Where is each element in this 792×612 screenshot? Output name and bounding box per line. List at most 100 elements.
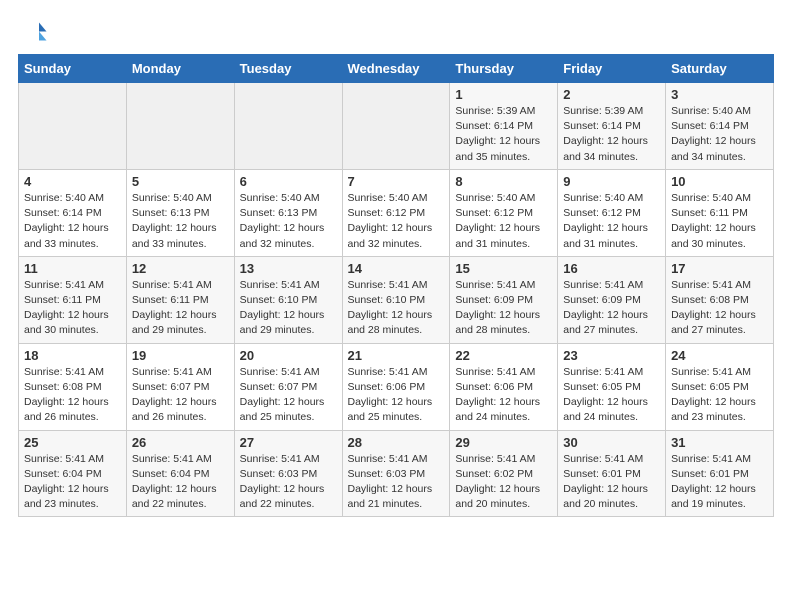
day-info: Sunrise: 5:41 AMSunset: 6:11 PMDaylight:… bbox=[132, 278, 229, 339]
weekday-header-saturday: Saturday bbox=[666, 55, 774, 83]
calendar-week-row: 11 Sunrise: 5:41 AMSunset: 6:11 PMDayligh… bbox=[19, 256, 774, 343]
day-number: 29 bbox=[455, 435, 552, 450]
day-number: 5 bbox=[132, 174, 229, 189]
weekday-header-thursday: Thursday bbox=[450, 55, 558, 83]
day-info: Sunrise: 5:41 AMSunset: 6:08 PMDaylight:… bbox=[671, 278, 768, 339]
calendar-table: SundayMondayTuesdayWednesdayThursdayFrid… bbox=[18, 54, 774, 517]
calendar-cell bbox=[234, 83, 342, 170]
day-info: Sunrise: 5:41 AMSunset: 6:11 PMDaylight:… bbox=[24, 278, 121, 339]
day-number: 21 bbox=[348, 348, 445, 363]
calendar-page: SundayMondayTuesdayWednesdayThursdayFrid… bbox=[0, 0, 792, 527]
weekday-header-tuesday: Tuesday bbox=[234, 55, 342, 83]
day-number: 3 bbox=[671, 87, 768, 102]
day-number: 11 bbox=[24, 261, 121, 276]
day-number: 13 bbox=[240, 261, 337, 276]
day-number: 12 bbox=[132, 261, 229, 276]
day-number: 24 bbox=[671, 348, 768, 363]
calendar-cell: 11 Sunrise: 5:41 AMSunset: 6:11 PMDayligh… bbox=[19, 256, 127, 343]
weekday-header-row: SundayMondayTuesdayWednesdayThursdayFrid… bbox=[19, 55, 774, 83]
calendar-cell: 27 Sunrise: 5:41 AMSunset: 6:03 PMDayligh… bbox=[234, 430, 342, 517]
day-number: 18 bbox=[24, 348, 121, 363]
day-info: Sunrise: 5:41 AMSunset: 6:09 PMDaylight:… bbox=[563, 278, 660, 339]
calendar-cell: 10 Sunrise: 5:40 AMSunset: 6:11 PMDayligh… bbox=[666, 169, 774, 256]
day-number: 14 bbox=[348, 261, 445, 276]
day-number: 16 bbox=[563, 261, 660, 276]
day-info: Sunrise: 5:40 AMSunset: 6:12 PMDaylight:… bbox=[563, 191, 660, 252]
calendar-cell: 24 Sunrise: 5:41 AMSunset: 6:05 PMDayligh… bbox=[666, 343, 774, 430]
logo-icon bbox=[18, 18, 48, 48]
day-number: 30 bbox=[563, 435, 660, 450]
day-info: Sunrise: 5:41 AMSunset: 6:06 PMDaylight:… bbox=[348, 365, 445, 426]
day-info: Sunrise: 5:40 AMSunset: 6:14 PMDaylight:… bbox=[24, 191, 121, 252]
weekday-header-wednesday: Wednesday bbox=[342, 55, 450, 83]
day-info: Sunrise: 5:41 AMSunset: 6:02 PMDaylight:… bbox=[455, 452, 552, 513]
day-number: 22 bbox=[455, 348, 552, 363]
day-info: Sunrise: 5:41 AMSunset: 6:01 PMDaylight:… bbox=[671, 452, 768, 513]
day-info: Sunrise: 5:41 AMSunset: 6:04 PMDaylight:… bbox=[24, 452, 121, 513]
calendar-cell: 15 Sunrise: 5:41 AMSunset: 6:09 PMDayligh… bbox=[450, 256, 558, 343]
calendar-cell: 29 Sunrise: 5:41 AMSunset: 6:02 PMDayligh… bbox=[450, 430, 558, 517]
calendar-cell: 26 Sunrise: 5:41 AMSunset: 6:04 PMDayligh… bbox=[126, 430, 234, 517]
day-number: 17 bbox=[671, 261, 768, 276]
calendar-cell: 14Sunrise: 5:41 AMSunset: 6:10 PMDayligh… bbox=[342, 256, 450, 343]
calendar-cell: 30Sunrise: 5:41 AMSunset: 6:01 PMDayligh… bbox=[558, 430, 666, 517]
day-number: 27 bbox=[240, 435, 337, 450]
calendar-cell: 21 Sunrise: 5:41 AMSunset: 6:06 PMDayligh… bbox=[342, 343, 450, 430]
calendar-week-row: 18 Sunrise: 5:41 AMSunset: 6:08 PMDayligh… bbox=[19, 343, 774, 430]
day-number: 31 bbox=[671, 435, 768, 450]
calendar-cell: 25 Sunrise: 5:41 AMSunset: 6:04 PMDayligh… bbox=[19, 430, 127, 517]
calendar-cell: 3 Sunrise: 5:40 AMSunset: 6:14 PMDaylight… bbox=[666, 83, 774, 170]
calendar-cell bbox=[19, 83, 127, 170]
calendar-cell: 31 Sunrise: 5:41 AMSunset: 6:01 PMDayligh… bbox=[666, 430, 774, 517]
day-info: Sunrise: 5:39 AMSunset: 6:14 PMDaylight:… bbox=[455, 104, 552, 165]
calendar-cell: 6 Sunrise: 5:40 AMSunset: 6:13 PMDaylight… bbox=[234, 169, 342, 256]
day-info: Sunrise: 5:41 AMSunset: 6:06 PMDaylight:… bbox=[455, 365, 552, 426]
day-number: 8 bbox=[455, 174, 552, 189]
calendar-cell bbox=[342, 83, 450, 170]
day-info: Sunrise: 5:40 AMSunset: 6:12 PMDaylight:… bbox=[455, 191, 552, 252]
day-info: Sunrise: 5:39 AMSunset: 6:14 PMDaylight:… bbox=[563, 104, 660, 165]
calendar-cell: 20Sunrise: 5:41 AMSunset: 6:07 PMDayligh… bbox=[234, 343, 342, 430]
calendar-cell: 28 Sunrise: 5:41 AMSunset: 6:03 PMDayligh… bbox=[342, 430, 450, 517]
day-info: Sunrise: 5:41 AMSunset: 6:10 PMDaylight:… bbox=[240, 278, 337, 339]
calendar-cell bbox=[126, 83, 234, 170]
calendar-cell: 8 Sunrise: 5:40 AMSunset: 6:12 PMDaylight… bbox=[450, 169, 558, 256]
day-number: 20 bbox=[240, 348, 337, 363]
calendar-cell: 4 Sunrise: 5:40 AMSunset: 6:14 PMDaylight… bbox=[19, 169, 127, 256]
calendar-cell: 19Sunrise: 5:41 AMSunset: 6:07 PMDayligh… bbox=[126, 343, 234, 430]
day-info: Sunrise: 5:41 AMSunset: 6:03 PMDaylight:… bbox=[240, 452, 337, 513]
calendar-cell: 16 Sunrise: 5:41 AMSunset: 6:09 PMDayligh… bbox=[558, 256, 666, 343]
calendar-cell: 12 Sunrise: 5:41 AMSunset: 6:11 PMDayligh… bbox=[126, 256, 234, 343]
day-info: Sunrise: 5:41 AMSunset: 6:07 PMDaylight:… bbox=[132, 365, 229, 426]
day-info: Sunrise: 5:41 AMSunset: 6:03 PMDaylight:… bbox=[348, 452, 445, 513]
calendar-cell: 7Sunrise: 5:40 AMSunset: 6:12 PMDaylight… bbox=[342, 169, 450, 256]
day-number: 9 bbox=[563, 174, 660, 189]
day-number: 10 bbox=[671, 174, 768, 189]
day-number: 15 bbox=[455, 261, 552, 276]
weekday-header-monday: Monday bbox=[126, 55, 234, 83]
calendar-week-row: 4 Sunrise: 5:40 AMSunset: 6:14 PMDaylight… bbox=[19, 169, 774, 256]
day-number: 4 bbox=[24, 174, 121, 189]
calendar-cell: 18 Sunrise: 5:41 AMSunset: 6:08 PMDayligh… bbox=[19, 343, 127, 430]
day-info: Sunrise: 5:41 AMSunset: 6:05 PMDaylight:… bbox=[671, 365, 768, 426]
day-info: Sunrise: 5:41 AMSunset: 6:09 PMDaylight:… bbox=[455, 278, 552, 339]
weekday-header-sunday: Sunday bbox=[19, 55, 127, 83]
calendar-cell: 23Sunrise: 5:41 AMSunset: 6:05 PMDayligh… bbox=[558, 343, 666, 430]
day-info: Sunrise: 5:41 AMSunset: 6:04 PMDaylight:… bbox=[132, 452, 229, 513]
day-info: Sunrise: 5:40 AMSunset: 6:14 PMDaylight:… bbox=[671, 104, 768, 165]
calendar-cell: 13 Sunrise: 5:41 AMSunset: 6:10 PMDayligh… bbox=[234, 256, 342, 343]
header bbox=[18, 18, 774, 48]
day-number: 6 bbox=[240, 174, 337, 189]
day-number: 25 bbox=[24, 435, 121, 450]
day-info: Sunrise: 5:40 AMSunset: 6:13 PMDaylight:… bbox=[240, 191, 337, 252]
day-number: 26 bbox=[132, 435, 229, 450]
day-info: Sunrise: 5:41 AMSunset: 6:08 PMDaylight:… bbox=[24, 365, 121, 426]
calendar-cell: 17 Sunrise: 5:41 AMSunset: 6:08 PMDayligh… bbox=[666, 256, 774, 343]
day-info: Sunrise: 5:40 AMSunset: 6:11 PMDaylight:… bbox=[671, 191, 768, 252]
calendar-cell: 2Sunrise: 5:39 AMSunset: 6:14 PMDaylight… bbox=[558, 83, 666, 170]
day-number: 7 bbox=[348, 174, 445, 189]
day-number: 28 bbox=[348, 435, 445, 450]
day-number: 1 bbox=[455, 87, 552, 102]
calendar-week-row: 1 Sunrise: 5:39 AMSunset: 6:14 PMDaylight… bbox=[19, 83, 774, 170]
weekday-header-friday: Friday bbox=[558, 55, 666, 83]
